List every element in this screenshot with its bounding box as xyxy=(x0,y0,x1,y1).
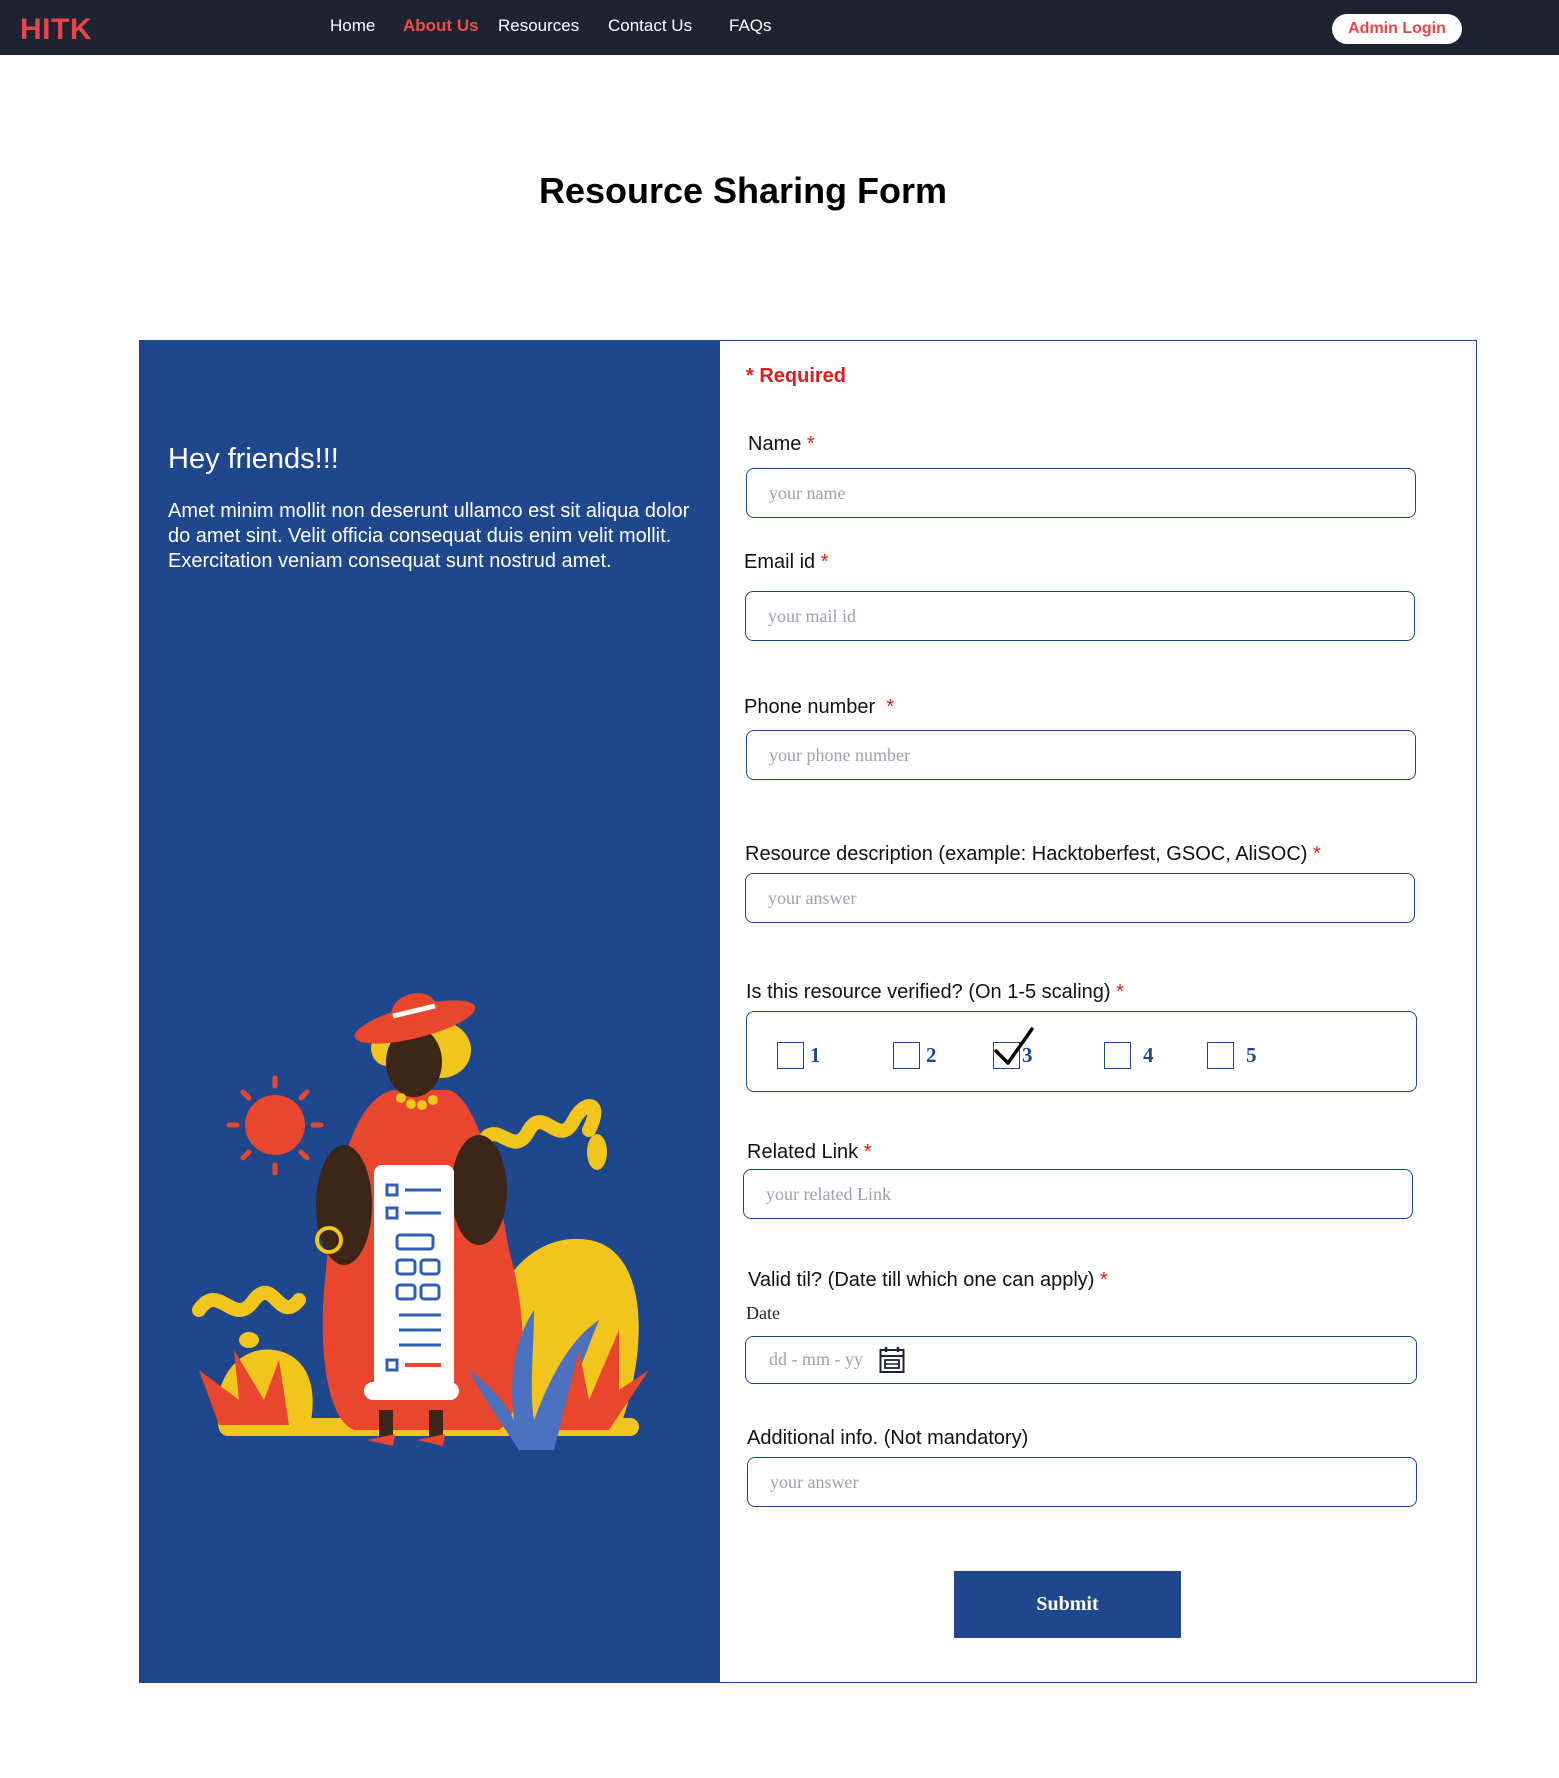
required-star: * xyxy=(1100,1269,1108,1291)
checkbox-checked[interactable] xyxy=(993,1027,1034,1069)
scale-option-4[interactable]: 4 xyxy=(1104,1042,1154,1069)
link-label: Related Link * xyxy=(747,1141,872,1164)
email-label: Email id * xyxy=(744,551,829,574)
required-star: * xyxy=(820,551,829,573)
admin-login-button[interactable]: Admin Login xyxy=(1332,14,1462,44)
greeting-title: Hey friends!!! xyxy=(168,443,339,475)
phone-label: Phone number * xyxy=(744,696,894,719)
checkmark-icon xyxy=(994,1027,1034,1065)
scale-option-label: 1 xyxy=(810,1043,821,1067)
valid-label: Valid til? (Date till which one can appl… xyxy=(748,1269,1108,1292)
brand-logo[interactable]: HITK xyxy=(20,13,92,47)
name-label: Name * xyxy=(748,433,815,456)
additional-info-input[interactable] xyxy=(747,1457,1417,1507)
checkbox[interactable] xyxy=(777,1042,804,1069)
scale-option-2[interactable]: 2 xyxy=(893,1042,937,1069)
checkbox[interactable] xyxy=(1104,1042,1131,1069)
required-star: * xyxy=(1116,981,1124,1003)
description-label-text: Resource description (example: Hacktober… xyxy=(745,843,1308,865)
valid-label-text: Valid til? (Date till which one can appl… xyxy=(748,1269,1095,1291)
name-input[interactable] xyxy=(746,468,1416,518)
name-label-text: Name xyxy=(748,433,802,455)
email-label-text: Email id xyxy=(744,551,816,573)
email-input[interactable] xyxy=(745,591,1415,641)
required-star: * xyxy=(806,433,815,455)
link-label-text: Related Link xyxy=(747,1141,859,1163)
valid-date-input[interactable]: dd - mm - yy xyxy=(745,1336,1417,1384)
verified-label: Is this resource verified? (On 1-5 scali… xyxy=(746,981,1124,1004)
nav-link-resources[interactable]: Resources xyxy=(498,16,579,36)
related-link-input[interactable] xyxy=(743,1169,1413,1219)
required-note: * Required xyxy=(746,365,847,387)
scale-option-label: 5 xyxy=(1246,1043,1257,1067)
checkbox[interactable] xyxy=(1207,1042,1234,1069)
required-star: * xyxy=(863,1141,872,1163)
scale-option-label: 2 xyxy=(926,1043,937,1067)
intro-panel: Hey friends!!! Amet minim mollit non des… xyxy=(139,340,720,1683)
page-title: Resource Sharing Form xyxy=(538,170,948,211)
checkbox[interactable] xyxy=(893,1042,920,1069)
scale-option-1[interactable]: 1 xyxy=(777,1042,821,1069)
resource-form: * Required Name * Email id * Phone numbe… xyxy=(720,340,1477,1683)
additional-label: Additional info. (Not mandatory) xyxy=(747,1427,1029,1449)
description-input[interactable] xyxy=(745,873,1415,923)
verified-scale: 1 2 3 4 5 xyxy=(746,1011,1417,1092)
nav-link-faqs[interactable]: FAQs xyxy=(729,16,772,36)
scale-option-3[interactable]: 3 xyxy=(993,1027,1034,1069)
nav-link-contact-us[interactable]: Contact Us xyxy=(608,16,692,36)
calendar-icon[interactable] xyxy=(879,1346,905,1374)
woman-with-checklist-illustration xyxy=(192,993,649,1450)
phone-label-text: Phone number xyxy=(744,696,876,718)
scale-option-label: 4 xyxy=(1143,1043,1154,1067)
navbar: HITK Home About Us Resources Contact Us … xyxy=(0,0,1559,55)
nav-link-about-us[interactable]: About Us xyxy=(403,16,479,36)
phone-input[interactable] xyxy=(746,730,1416,780)
greeting-text: Amet minim mollit non deserunt ullamco e… xyxy=(168,500,690,572)
date-placeholder: dd - mm - yy xyxy=(769,1349,863,1369)
required-star: * xyxy=(1313,843,1321,865)
date-sublabel: Date xyxy=(746,1303,780,1323)
nav-link-home[interactable]: Home xyxy=(330,16,375,36)
required-star: * xyxy=(886,696,895,718)
description-label: Resource description (example: Hacktober… xyxy=(745,843,1321,866)
verified-label-text: Is this resource verified? (On 1-5 scali… xyxy=(746,981,1111,1003)
scale-option-5[interactable]: 5 xyxy=(1207,1042,1257,1069)
submit-button[interactable]: Submit xyxy=(954,1571,1181,1638)
